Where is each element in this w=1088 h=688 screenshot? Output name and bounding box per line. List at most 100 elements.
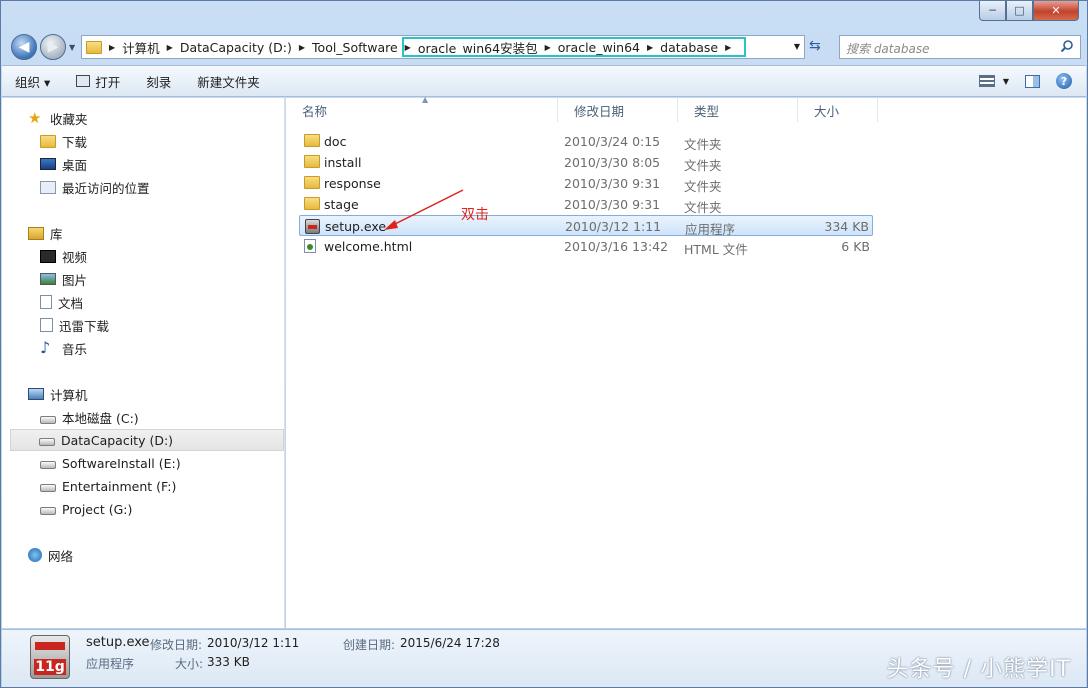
back-button[interactable]: ◀ [11, 34, 37, 60]
sort-ascending-icon: ▲ [422, 95, 429, 104]
sidebar-item-label: 视频 [62, 249, 88, 265]
column-header-type[interactable]: 类型 [678, 98, 798, 122]
close-button[interactable]: ✕ [1033, 1, 1079, 21]
organize-menu[interactable]: 组织 ▾ [2, 72, 63, 91]
sidebar-item-music[interactable]: ♪ 音乐 [40, 337, 87, 359]
sidebar-item-label: Entertainment (F:) [62, 478, 177, 494]
oracle-setup-icon [305, 219, 320, 234]
preview-pane-icon[interactable] [1025, 74, 1040, 88]
forward-button[interactable]: ▶ [40, 34, 66, 60]
sidebar-item-favorites[interactable]: ★ 收藏夹 [28, 107, 88, 129]
open-button[interactable]: 打开 [63, 72, 133, 91]
file-row[interactable]: welcome.html 2010/3/16 13:42 HTML 文件 6 K… [299, 236, 873, 257]
drive-icon [40, 507, 56, 515]
file-row[interactable]: doc 2010/3/24 0:15 文件夹 [299, 131, 873, 152]
breadcrumb-tool-software[interactable]: Tool_Software [308, 40, 402, 55]
breadcrumb-oracle-win64[interactable]: oracle_win64 [554, 40, 644, 55]
file-row[interactable]: install 2010/3/30 8:05 文件夹 [299, 152, 873, 173]
sidebar-item-label: 桌面 [62, 157, 88, 173]
file-type: 文件夹 [684, 158, 722, 173]
chevron-right-icon[interactable]: ▶ [402, 43, 414, 52]
recent-places-icon [40, 180, 56, 194]
sidebar-item-label: 本地磁盘 (C:) [62, 410, 139, 426]
new-folder-button[interactable]: 新建文件夹 [184, 72, 273, 91]
folder-icon [304, 197, 320, 210]
details-modified-value: 2010/3/12 1:11 [207, 636, 300, 650]
icon-version-label: 11g [34, 659, 66, 675]
file-date: 2010/3/30 9:31 [564, 176, 661, 191]
chevron-right-icon[interactable]: ▶ [296, 43, 308, 52]
thunder-download-icon [40, 318, 53, 332]
chevron-right-icon[interactable]: ▶ [722, 43, 734, 52]
library-icon [28, 226, 44, 240]
sidebar-item-label: 文档 [58, 295, 84, 311]
sidebar-item-drive-c[interactable]: 本地磁盘 (C:) [40, 406, 139, 428]
watermark: 头条号 / 小熊学IT [886, 657, 1071, 682]
address-row: ◀ ▶ ▼ ▶ 计算机 ▶ DataCapacity (D:) ▶ Tool_S… [9, 31, 1081, 63]
search-input[interactable]: 搜索 database [839, 35, 1081, 59]
file-size: 334 KB [824, 219, 869, 234]
column-header-date[interactable]: 修改日期 [558, 98, 678, 122]
breadcrumb-computer[interactable]: 计算机 [118, 38, 164, 57]
sidebar-item-drive-f[interactable]: Entertainment (F:) [40, 475, 176, 497]
sidebar-item-video[interactable]: 视频 [40, 245, 87, 267]
recent-pages-dropdown[interactable]: ▼ [69, 43, 75, 52]
sidebar-item-desktop[interactable]: 桌面 [40, 153, 87, 175]
video-icon [40, 249, 56, 263]
file-name: setup.exe [325, 219, 387, 234]
chevron-right-icon[interactable]: ▶ [542, 43, 554, 52]
burn-button[interactable]: 刻录 [133, 72, 184, 91]
explorer-window: ─ □ ✕ ◀ ▶ ▼ ▶ 计算机 ▶ DataCapacity (D:) ▶ … [0, 0, 1088, 688]
breadcrumb-database[interactable]: database [656, 40, 722, 55]
folder-icon [86, 40, 102, 54]
minimize-button[interactable]: ─ [979, 1, 1006, 21]
sidebar-item-drive-d[interactable]: DataCapacity (D:) [10, 429, 284, 451]
drive-icon [39, 438, 55, 446]
details-created-label: 创建日期: [343, 638, 396, 652]
chevron-right-icon[interactable]: ▶ [164, 43, 176, 52]
search-icon[interactable] [1060, 39, 1074, 53]
sidebar-item-network[interactable]: 网络 [28, 544, 73, 566]
command-bar: 组织 ▾ 打开 刻录 新建文件夹 ▼ ? [2, 65, 1086, 97]
star-icon: ★ [28, 109, 42, 127]
column-header-name[interactable]: 名称 ▲ [286, 95, 558, 122]
sidebar-item-recent[interactable]: 最近访问的位置 [40, 176, 150, 198]
sidebar-item-label: 收藏夹 [50, 111, 88, 127]
computer-icon [28, 388, 44, 400]
details-created-value: 2015/6/24 17:28 [400, 636, 500, 650]
breadcrumb-oracle-package[interactable]: oracle_win64安装包 [414, 38, 542, 57]
file-date: 2010/3/12 1:11 [565, 219, 662, 234]
change-view-button[interactable]: ▼ [978, 75, 1009, 87]
file-name: stage [324, 197, 359, 212]
refresh-icon[interactable]: ⇆ [809, 38, 827, 56]
file-date: 2010/3/30 9:31 [564, 197, 661, 212]
chevron-down-icon[interactable]: ▼ [794, 42, 800, 51]
file-name: doc [324, 134, 347, 149]
sidebar-item-downloads[interactable]: 下载 [40, 130, 87, 152]
sidebar-item-drive-e[interactable]: SoftwareInstall (E:) [40, 452, 181, 474]
sidebar-item-documents[interactable]: 文档 [40, 291, 83, 313]
view-icon [978, 75, 995, 87]
html-file-icon [304, 239, 316, 253]
column-header-size[interactable]: 大小 [798, 98, 878, 122]
details-type: 应用程序 [86, 657, 135, 671]
sidebar-item-pictures[interactable]: 图片 [40, 268, 87, 290]
chevron-right-icon[interactable]: ▶ [106, 43, 118, 52]
sidebar-item-thunder[interactable]: 迅雷下载 [40, 314, 109, 336]
system-drive-icon [40, 415, 56, 424]
maximize-button[interactable]: □ [1006, 1, 1033, 21]
details-filename: setup.exe [86, 635, 150, 650]
sidebar-item-drive-g[interactable]: Project (G:) [40, 498, 132, 520]
sidebar-item-computer[interactable]: 计算机 [28, 383, 88, 405]
music-icon: ♪ [40, 338, 51, 357]
network-icon [28, 548, 42, 562]
column-header-label: 类型 [694, 103, 720, 119]
file-name: welcome.html [324, 239, 413, 254]
sidebar-item-libraries[interactable]: 库 [28, 222, 63, 244]
sidebar-item-label: 计算机 [50, 387, 88, 403]
help-icon[interactable]: ? [1056, 73, 1072, 89]
breadcrumb-drive-d[interactable]: DataCapacity (D:) [176, 40, 296, 55]
chevron-right-icon[interactable]: ▶ [644, 43, 656, 52]
address-bar[interactable]: ▶ 计算机 ▶ DataCapacity (D:) ▶ Tool_Softwar… [81, 35, 805, 59]
details-size-value: 333 KB [207, 655, 250, 669]
